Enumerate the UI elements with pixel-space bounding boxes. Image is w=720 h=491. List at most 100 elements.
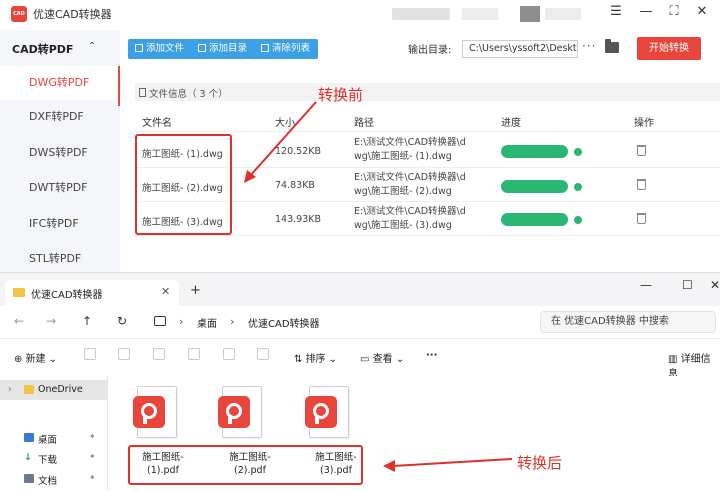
progress-bar (501, 180, 568, 193)
file-explorer-window: 优速CAD转换器 ✕ + — ☐ ✕ ← → ↑ ↻ › 桌面 › 优速CAD转… (0, 272, 720, 491)
view-button[interactable]: ▭ 查看 ⌄ (360, 350, 404, 365)
maximize-button[interactable]: ⛶ (664, 4, 684, 19)
column-header-size: 大小 (275, 118, 295, 129)
pdf-file-icon[interactable] (305, 386, 355, 442)
download-icon: ↓ (24, 452, 32, 463)
converter-app: CAD 优速CAD转换器 ☰ — ⛶ ✕ CAD转PDF ⌃ DWG转PDF D… (0, 0, 720, 272)
nav-item-desktop[interactable]: 桌面 ✦ (0, 428, 108, 448)
sidebar-item-ifc-to-pdf[interactable]: IFC转PDF (0, 207, 120, 241)
breadcrumb-current-folder[interactable]: 优速CAD转换器 (248, 315, 320, 330)
delete-icon[interactable] (257, 348, 269, 360)
blurred-account-info (462, 8, 498, 20)
sidebar-item-dws-to-pdf[interactable]: DWS转PDF (0, 136, 120, 170)
add-file-button[interactable]: 添加文件 (135, 39, 184, 59)
sidebar-item-stl-to-pdf[interactable]: STL转PDF (0, 242, 120, 276)
share-icon[interactable] (223, 348, 235, 360)
highlight-box-pdf-files (128, 445, 363, 485)
address-bar-row: ← → ↑ ↻ › 桌面 › 优速CAD转换器 在 优速CAD转换器 中搜索 (0, 306, 720, 338)
app-logo: CAD (11, 6, 27, 22)
sidebar-item-dwg-to-pdf[interactable]: DWG转PDF (0, 66, 120, 100)
folder-icon (198, 44, 206, 52)
open-folder-icon[interactable] (605, 39, 619, 53)
sidebar-group-title[interactable]: CAD转PDF (12, 41, 73, 57)
file-path-cell: E:\测试文件\CAD转换器\d wg\施工图纸- (1).dwg (354, 137, 466, 162)
output-dir-input[interactable]: C:\Users\yssoft2\Deskt (462, 40, 578, 58)
file-size-cell: 143.93KB (275, 214, 321, 225)
folder-icon (13, 288, 25, 297)
paste-icon[interactable] (153, 348, 165, 360)
delete-icon[interactable] (637, 145, 646, 156)
column-header-name: 文件名 (142, 118, 172, 129)
close-button[interactable]: ✕ (710, 278, 720, 292)
chevron-up-icon[interactable]: ⌃ (88, 41, 96, 52)
back-icon[interactable]: ← (14, 314, 24, 328)
clear-list-button[interactable]: 清除列表 (261, 39, 310, 59)
breadcrumb-desktop[interactable]: 桌面 (197, 315, 217, 330)
file-toolbar: 添加文件 添加目录 清除列表 (128, 39, 318, 59)
column-header-progress: 进度 (501, 118, 521, 129)
copy-icon[interactable] (118, 348, 130, 360)
new-tab-button[interactable]: + (190, 283, 201, 298)
chevron-right-icon[interactable]: › (8, 384, 12, 395)
more-options-icon[interactable]: ··· (582, 39, 596, 53)
nav-item-documents[interactable]: 文档 ✦ (0, 469, 108, 489)
file-size-cell: 74.83KB (275, 180, 315, 191)
trash-icon (261, 44, 269, 52)
minimize-button[interactable]: — (636, 4, 656, 19)
progress-bar (501, 145, 568, 158)
sidebar-item-dwt-to-pdf[interactable]: DWT转PDF (0, 171, 120, 205)
nav-item-downloads[interactable]: ↓ 下载 ✦ (0, 448, 108, 468)
search-input[interactable]: 在 优速CAD转换器 中搜索 (540, 311, 716, 333)
blurred-avatar (520, 6, 540, 22)
new-button[interactable]: ⊕ 新建 ⌄ (14, 350, 57, 365)
sidebar-item-dxf-to-pdf[interactable]: DXF转PDF (0, 100, 120, 134)
divider (135, 235, 720, 236)
pdf-file-icon[interactable] (218, 386, 268, 442)
blurred-account-info (392, 8, 450, 20)
desktop-icon (24, 433, 34, 442)
pin-icon: ✦ (89, 432, 96, 441)
check-icon (574, 216, 582, 224)
document-icon (139, 88, 146, 97)
file-path-cell: E:\测试文件\CAD转换器\d wg\施工图纸- (2).dwg (354, 172, 466, 197)
tab-title: 优速CAD转换器 (31, 290, 103, 301)
folder-icon (24, 385, 34, 394)
progress-bar (501, 213, 568, 226)
check-icon (574, 183, 582, 191)
highlight-box-dwg-files (135, 134, 232, 235)
forward-icon[interactable]: → (46, 314, 56, 328)
file-info-bar: 文件信息（ 3 个） (135, 83, 720, 101)
file-path-cell: E:\测试文件\CAD转换器\d wg\施工图纸- (3).dwg (354, 206, 466, 231)
add-folder-button[interactable]: 添加目录 (198, 39, 247, 59)
delete-icon[interactable] (637, 213, 646, 224)
more-options-icon[interactable]: ··· (426, 350, 437, 361)
divider (135, 131, 720, 132)
close-button[interactable]: ✕ (692, 4, 712, 19)
rename-icon[interactable] (188, 348, 200, 360)
delete-icon[interactable] (637, 179, 646, 190)
annotation-after: 转换后 (517, 454, 563, 472)
pin-icon: ✦ (89, 452, 96, 461)
close-tab-icon[interactable]: ✕ (161, 285, 170, 298)
up-icon[interactable]: ↑ (82, 314, 92, 328)
maximize-button[interactable]: ☐ (682, 278, 693, 292)
menu-icon[interactable]: ☰ (606, 4, 626, 19)
computer-icon[interactable] (154, 316, 166, 326)
title-bar: CAD 优速CAD转换器 ☰ — ⛶ ✕ (0, 0, 720, 30)
add-file-icon (135, 44, 143, 52)
nav-item-onedrive[interactable]: › OneDrive (0, 380, 108, 400)
start-convert-button[interactable]: 开始转换 (637, 37, 701, 60)
explorer-tab[interactable]: 优速CAD转换器 ✕ (5, 280, 179, 306)
cut-icon[interactable] (84, 348, 96, 360)
refresh-icon[interactable]: ↻ (117, 314, 127, 328)
document-icon (24, 474, 34, 483)
sort-button[interactable]: ⇅ 排序 ⌄ (294, 350, 337, 365)
chevron-right-icon: › (230, 315, 235, 328)
app-title: 优速CAD转换器 (33, 8, 112, 21)
chevron-right-icon: › (179, 315, 184, 328)
pdf-file-icon[interactable] (133, 386, 183, 442)
navigation-pane: › OneDrive 桌面 ✦ ↓ 下载 ✦ 文档 ✦ (0, 376, 108, 491)
annotation-before: 转换前 (318, 86, 364, 104)
column-header-path: 路径 (354, 118, 374, 129)
minimize-button[interactable]: — (640, 278, 652, 292)
